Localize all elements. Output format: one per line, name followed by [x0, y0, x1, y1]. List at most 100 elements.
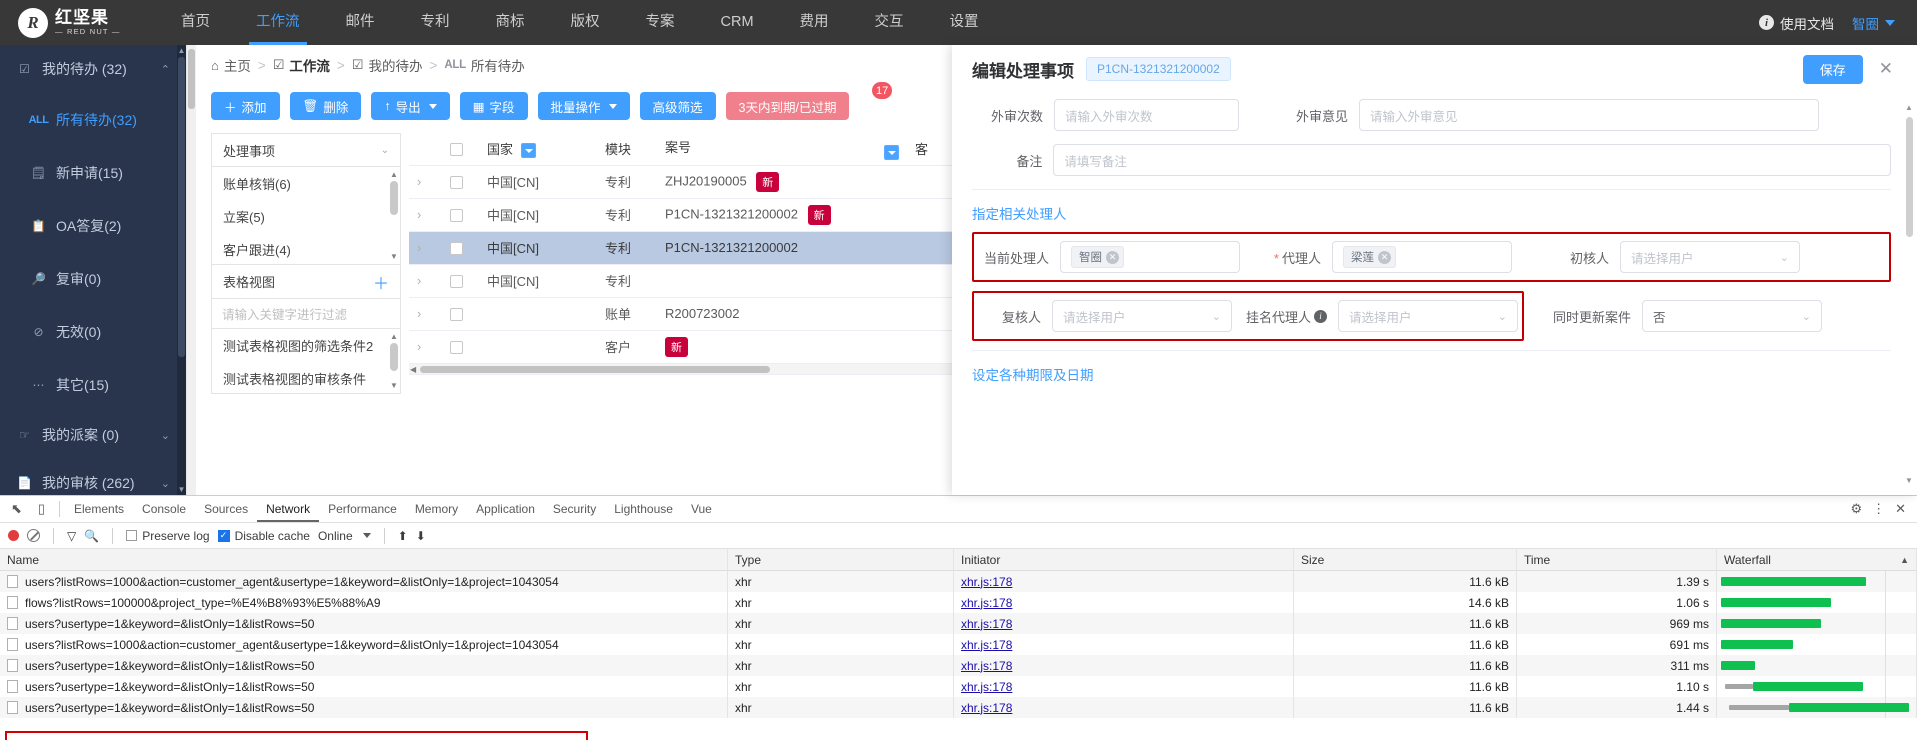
row-expander[interactable]: › [409, 165, 442, 199]
list-item[interactable]: 客户跟进(4) [212, 233, 400, 266]
nav-item-fee[interactable]: 费用 [777, 0, 852, 45]
network-row[interactable]: users?listRows=1000&action=customer_agen… [0, 571, 1917, 592]
tab-performance[interactable]: Performance [319, 496, 406, 522]
row-checkbox-cell[interactable] [442, 297, 479, 331]
table-row[interactable]: › 账单 R200723002 [409, 297, 973, 331]
list-item[interactable]: 测试表格视图的审核条件 [212, 362, 400, 395]
scrollbar-thumb[interactable] [1906, 117, 1913, 237]
request-initiator[interactable]: xhr.js:178 [954, 655, 1294, 676]
table-horizontal-scrollbar[interactable]: ◀ [409, 363, 973, 375]
scrollbar-thumb[interactable] [188, 49, 195, 109]
table-row[interactable]: › 中国[CN] 专利 P1CN-1321321200002 [409, 231, 973, 265]
import-har-icon[interactable]: ⬆ [398, 529, 408, 543]
request-initiator[interactable]: xhr.js:178 [954, 634, 1294, 655]
chevron-right-icon[interactable]: › [417, 273, 421, 288]
scroll-left-icon[interactable]: ◀ [410, 364, 416, 375]
row-expander[interactable]: › [409, 231, 442, 265]
remark-input[interactable]: 请填写备注 [1053, 144, 1891, 176]
filter-section-handling-items[interactable]: 处理事项 ⌄ [211, 133, 401, 166]
breadcrumb-item-my-todo[interactable]: ☑ 我的待办 [352, 55, 423, 75]
request-initiator[interactable]: xhr.js:178 [954, 592, 1294, 613]
record-icon[interactable] [8, 530, 19, 541]
scrollbar-thumb[interactable] [390, 343, 398, 371]
sidebar-item-oa-reply[interactable]: 📋 OA答复(2) [0, 199, 186, 252]
save-button[interactable]: 保存 [1802, 54, 1863, 84]
chevron-right-icon[interactable]: › [417, 207, 421, 222]
row-checkbox[interactable] [450, 176, 463, 190]
list-item[interactable]: 账单核销(6) [212, 167, 400, 200]
preserve-log-checkbox[interactable]: Preserve log [126, 529, 210, 543]
row-checkbox[interactable] [450, 308, 463, 322]
nav-item-trademark[interactable]: 商标 [473, 0, 548, 45]
content-scrollbar[interactable] [187, 45, 196, 495]
remove-tag-icon[interactable]: ✕ [1378, 250, 1391, 264]
sync-case-select[interactable]: 否 ⌄ [1642, 300, 1822, 332]
modal-scrollbar[interactable]: ▲ ▼ [1905, 103, 1913, 485]
chevron-right-icon[interactable]: › [417, 306, 421, 321]
nav-item-crm[interactable]: CRM [698, 0, 777, 45]
scroll-up-icon[interactable]: ▲ [1905, 103, 1913, 112]
tab-sources[interactable]: Sources [195, 496, 257, 522]
table-row[interactable]: › 中国[CN] 专利 [409, 264, 973, 298]
sidebar-item-others[interactable]: ⋯ 其它(15) [0, 358, 186, 411]
list-item[interactable]: 立案(5) [212, 200, 400, 233]
export-har-icon[interactable]: ⬇ [416, 529, 426, 543]
sidebar-group-my-dispatch[interactable]: ☞ 我的派案 (0) ⌄ [0, 411, 186, 459]
request-name-cell[interactable]: users?listRows=1000&action=customer_agen… [0, 571, 728, 592]
network-row[interactable]: users?usertype=1&keyword=&listOnly=1&lis… [0, 613, 1917, 634]
disable-cache-checkbox[interactable]: ✓ Disable cache [217, 529, 310, 543]
rechecker-select[interactable]: 请选择用户 ⌄ [1052, 300, 1232, 332]
request-name-cell[interactable]: users?listRows=1000&action=customer_agen… [0, 634, 728, 655]
delete-button[interactable]: 🗑 删除 [289, 92, 362, 120]
current-handler-select[interactable]: 智圈 ✕ [1060, 241, 1240, 273]
remove-tag-icon[interactable]: ✕ [1106, 250, 1119, 264]
device-toolbar-icon[interactable]: ▯ [29, 497, 54, 522]
network-row[interactable]: flows?listRows=100000&project_type=%E4%B… [0, 592, 1917, 613]
list-item[interactable]: 测试表格视图的筛选条件2 [212, 329, 400, 362]
app-logo[interactable]: R 红坚果 — RED NUT — [18, 7, 158, 38]
scroll-down-icon[interactable]: ▼ [390, 252, 398, 261]
review-opinion-input[interactable]: 请输入外审意见 [1359, 99, 1819, 131]
tab-network[interactable]: Network [257, 496, 320, 522]
scrollbar-thumb[interactable] [390, 181, 398, 215]
row-checkbox-cell[interactable] [442, 198, 479, 232]
request-name-cell[interactable]: users?usertype=1&keyword=&listOnly=1&lis… [0, 697, 728, 718]
nav-item-patent[interactable]: 专利 [398, 0, 473, 45]
column-type[interactable]: Type [728, 549, 954, 570]
sidebar-scrollbar[interactable]: ▲ ▼ [177, 45, 186, 495]
request-name-cell[interactable]: users?usertype=1&keyword=&listOnly=1&lis… [0, 613, 728, 634]
sidebar-item-new-application[interactable]: 🗒 新申请(15) [0, 146, 186, 199]
user-tag[interactable]: 智圈 ✕ [1071, 246, 1124, 268]
scroll-up-icon[interactable]: ▲ [390, 332, 398, 341]
row-checkbox[interactable] [450, 275, 463, 289]
row-expander[interactable]: › [409, 297, 442, 331]
breadcrumb-item-workflow[interactable]: ☑ 工作流 [273, 55, 330, 75]
network-row[interactable]: users?listRows=1000&action=customer_agen… [0, 634, 1917, 655]
column-size[interactable]: Size [1294, 549, 1517, 570]
nav-item-mail[interactable]: 邮件 [323, 0, 398, 45]
request-initiator[interactable]: xhr.js:178 [954, 676, 1294, 697]
close-icon[interactable]: ✕ [1890, 501, 1911, 517]
first-reviewer-select[interactable]: 请选择用户 ⌄ [1620, 241, 1800, 273]
export-button[interactable]: ↑ 导出 [371, 92, 450, 120]
request-initiator[interactable]: xhr.js:178 [954, 697, 1294, 718]
tab-application[interactable]: Application [467, 496, 544, 522]
review-count-input[interactable]: 请输入外审次数 [1054, 99, 1239, 131]
tab-vue[interactable]: Vue [682, 496, 721, 522]
scrollbar-thumb[interactable] [178, 57, 185, 357]
nav-item-workflow[interactable]: 工作流 [233, 0, 323, 45]
chevron-right-icon[interactable]: › [417, 174, 421, 189]
chevron-right-icon[interactable]: › [417, 240, 421, 255]
chevron-right-icon[interactable]: › [417, 339, 421, 354]
section-title-handlers[interactable]: 指定相关处理人 [972, 203, 1891, 223]
clear-icon[interactable] [27, 529, 40, 542]
scroll-down-icon[interactable]: ▼ [390, 381, 398, 390]
caseno-filter-icon[interactable] [884, 145, 899, 161]
row-expander[interactable]: › [409, 330, 442, 364]
row-expander[interactable]: › [409, 198, 442, 232]
nav-item-copyright[interactable]: 版权 [548, 0, 623, 45]
table-row[interactable]: › 客户 新 [409, 330, 973, 364]
nav-item-settings[interactable]: 设置 [927, 0, 1002, 45]
network-row[interactable]: users?usertype=1&keyword=&listOnly=1&lis… [0, 676, 1917, 697]
row-checkbox-cell[interactable] [442, 264, 479, 298]
